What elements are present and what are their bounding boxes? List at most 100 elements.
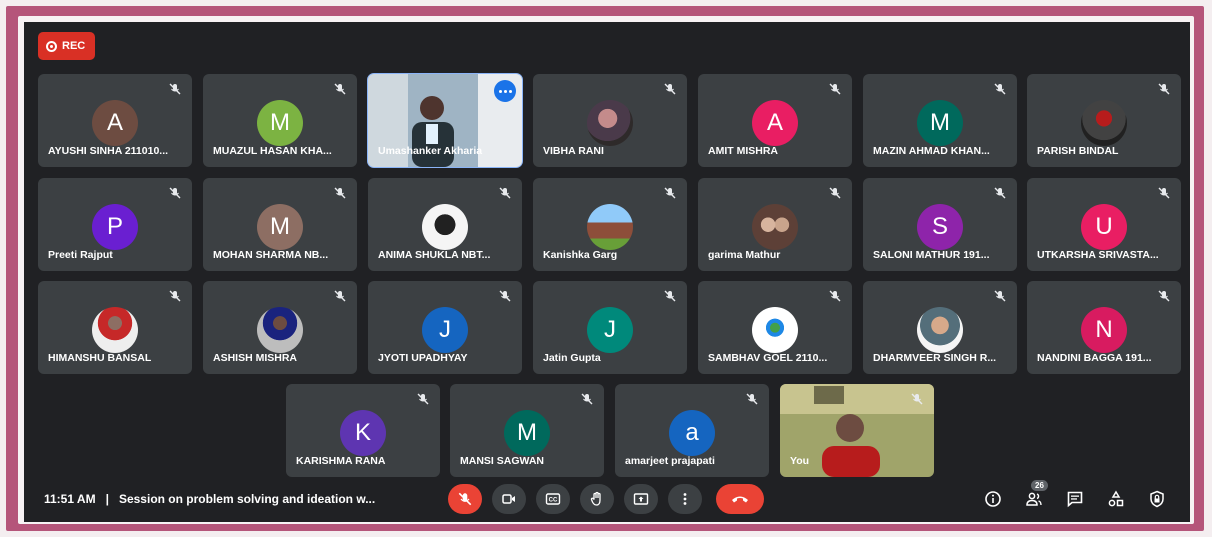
activities-icon [1108,490,1124,507]
recording-indicator: REC [38,32,96,60]
present-icon [633,493,649,505]
profile-photo [257,307,303,353]
participant-name: UTKARSHA SRIVASTA... [1037,249,1159,261]
avatar: A [92,100,138,146]
more-options-button[interactable] [668,484,702,514]
mic-off-icon [911,393,923,405]
avatar: M [917,100,963,146]
participant-name: SAMBHAV GOEL 2110... [708,352,828,364]
captions-icon: CC [545,493,561,505]
participant-tile-speaking[interactable]: Umashanker Akharia [367,73,523,168]
avatar: P [92,204,138,250]
mic-off-icon [581,393,593,405]
participant-tile[interactable]: DHARMVEER SINGH R... [863,281,1017,374]
participant-tile[interactable]: M MOHAN SHARMA NB... [203,178,357,271]
profile-photo [587,100,633,146]
participant-name: Jatin Gupta [543,352,601,364]
participant-name: AMIT MISHRA [708,145,778,157]
participant-tile[interactable]: garima Mathur [698,178,852,271]
participant-name: garima Mathur [708,249,781,261]
people-icon [1026,492,1042,506]
avatar: J [587,307,633,353]
participant-tile[interactable]: J JYOTI UPADHYAY [368,281,522,374]
participant-name: DHARMVEER SINGH R... [873,352,997,364]
mic-off-icon [499,187,511,199]
participant-name: MUAZUL HASAN KHA... [213,145,332,157]
mic-off-icon [334,290,346,302]
mic-off-icon [1158,187,1170,199]
participant-tile[interactable]: K KARISHMA RANA [286,384,440,477]
participant-tile[interactable]: ANIMA SHUKLA NBT... [368,178,522,271]
participant-name: Umashanker Akharia [378,145,483,157]
mic-toggle-button[interactable] [448,484,482,514]
meet-window: REC A AYUSHI SINHA 211010... M MUAZUL HA… [24,22,1190,522]
participant-tile[interactable]: A AYUSHI SINHA 211010... [38,74,192,167]
avatar: a [669,410,715,456]
avatar: M [257,100,303,146]
meeting-details-button[interactable] [982,488,1004,510]
captions-button[interactable]: CC [536,484,570,514]
meeting-title: Session on problem solving and ideation … [118,492,376,506]
camera-icon [502,494,515,504]
participant-tile[interactable]: J Jatin Gupta [533,281,687,374]
raise-hand-button[interactable] [580,484,614,514]
host-controls-button[interactable] [1146,488,1168,510]
participant-tile[interactable]: M MAZIN AHMAD KHAN... [863,74,1017,167]
mic-off-icon [169,83,181,95]
camera-toggle-button[interactable] [492,484,526,514]
participants-button[interactable]: 26 [1023,480,1048,510]
profile-photo [752,307,798,353]
participant-name: NANDINI BAGGA 191... [1037,352,1152,364]
participant-tile[interactable]: VIBHA RANI [533,74,687,167]
participant-name: SALONI MATHUR 191... [873,249,990,261]
participant-tile[interactable]: M MUAZUL HASAN KHA... [203,74,357,167]
meeting-time: 11:51 AM [44,492,96,506]
chat-button[interactable] [1064,488,1086,510]
participant-tile[interactable]: U UTKARSHA SRIVASTA... [1027,178,1181,271]
participant-name: KARISHMA RANA [296,455,386,467]
mic-off-icon [499,290,511,302]
participant-name: ASHISH MISHRA [213,352,298,364]
shield-lock-icon [1150,490,1164,508]
participant-tile[interactable]: S SALONI MATHUR 191... [863,178,1017,271]
participant-tile[interactable]: Kanishka Garg [533,178,687,271]
avatar: N [1081,307,1127,353]
participant-name: ANIMA SHUKLA NBT... [378,249,491,261]
participant-tile[interactable]: ASHISH MISHRA [203,281,357,374]
participant-name: VIBHA RANI [543,145,604,157]
self-view-tile[interactable]: You [780,384,934,477]
participant-tile[interactable]: PARISH BINDAL [1027,74,1181,167]
participant-tile[interactable]: HIMANSHU BANSAL [38,281,192,374]
participant-tile[interactable]: SAMBHAV GOEL 2110... [698,281,852,374]
participant-name: MOHAN SHARMA NB... [213,249,329,261]
avatar: A [752,100,798,146]
avatar: S [917,204,963,250]
avatar: K [340,410,386,456]
profile-photo [587,204,633,250]
participant-tile[interactable]: M MANSI SAGWAN [450,384,604,477]
profile-photo [422,204,468,250]
more-vert-icon [683,493,687,505]
end-call-icon [732,496,748,503]
mic-off-icon [664,83,676,95]
participant-tile[interactable]: a amarjeet prajapati [615,384,769,477]
bottom-toolbar: 11:51 AM | Session on problem solving an… [24,478,1190,522]
present-screen-button[interactable] [624,484,658,514]
participant-tile[interactable]: A AMIT MISHRA [698,74,852,167]
mic-off-icon [664,290,676,302]
participant-tile[interactable]: P Preeti Rajput [38,178,192,271]
activities-button[interactable] [1105,488,1127,510]
participant-name: PARISH BINDAL [1037,145,1119,157]
leave-call-button[interactable] [716,484,764,514]
profile-photo [92,307,138,353]
participant-tile[interactable]: N NANDINI BAGGA 191... [1027,281,1181,374]
mic-off-icon [994,187,1006,199]
participant-name: Kanishka Garg [543,249,618,261]
more-options-icon[interactable] [494,80,516,102]
mic-off-icon [334,83,346,95]
mic-off-icon [746,393,758,405]
mic-off-icon [994,83,1006,95]
mic-off-icon [458,492,472,506]
mic-off-icon [417,393,429,405]
svg-text:CC: CC [549,498,558,504]
